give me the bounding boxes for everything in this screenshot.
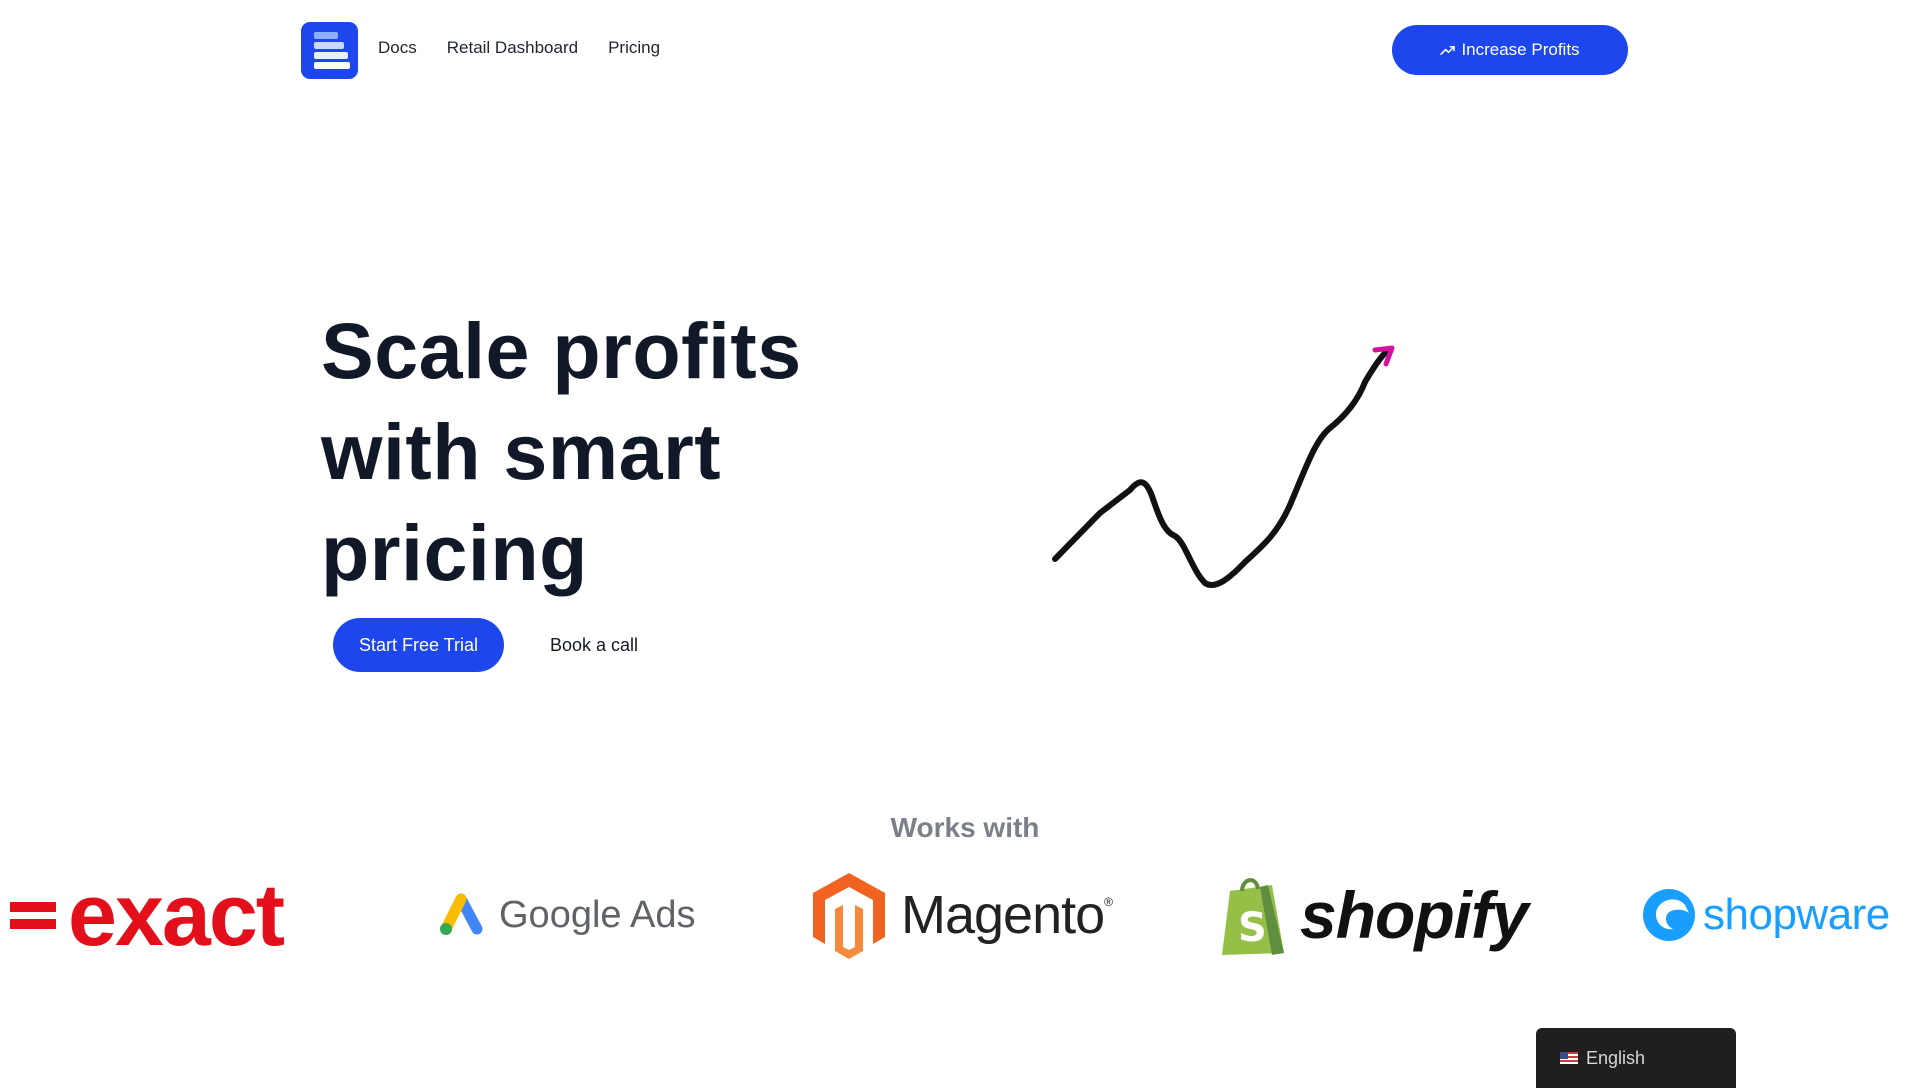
shopify-wordmark: shopify xyxy=(1300,878,1529,952)
shopware-wordmark: shopware xyxy=(1703,890,1890,939)
works-with-title: Works with xyxy=(890,812,1040,843)
exact-wordmark: exact xyxy=(68,865,285,964)
magento-registered-mark: ® xyxy=(1104,895,1113,909)
magento-logo: Magento ® xyxy=(811,860,1113,970)
shopware-logo: shopware xyxy=(1641,860,1890,970)
hero-title: Scale profits with smart pricing xyxy=(321,306,802,597)
magento-icon xyxy=(813,873,885,959)
increase-profits-label: Increase Profits xyxy=(1461,40,1580,59)
language-label: English xyxy=(1586,1047,1646,1068)
logo-bar xyxy=(314,32,338,39)
nav-docs[interactable]: Docs xyxy=(378,38,417,58)
nav-pricing[interactable]: Pricing xyxy=(608,38,660,58)
logo-bar xyxy=(314,52,348,59)
shopify-logo: S shopify xyxy=(1216,860,1529,970)
start-free-trial-button[interactable]: Start Free Trial xyxy=(333,618,504,672)
google-ads-logo: Google Ads xyxy=(437,860,695,970)
trending-up-icon xyxy=(1440,45,1456,55)
growth-chart-illustration xyxy=(1051,345,1395,679)
magento-wordmark: Magento xyxy=(901,885,1105,945)
shopware-icon xyxy=(1643,889,1695,941)
logo-bar xyxy=(314,42,344,49)
svg-text:S: S xyxy=(1238,905,1267,951)
increase-profits-button[interactable]: Increase Profits xyxy=(1392,25,1628,75)
logo-bar xyxy=(314,62,350,69)
exact-logo: exact xyxy=(10,860,285,970)
google-ads-wordmark: Google Ads xyxy=(499,893,696,936)
google-ads-icon xyxy=(440,893,483,935)
main-nav: Docs Retail Dashboard Pricing xyxy=(378,38,660,58)
book-a-call-button[interactable]: Book a call xyxy=(532,618,656,672)
nav-retail-dashboard[interactable]: Retail Dashboard xyxy=(447,38,578,58)
us-flag-icon xyxy=(1560,1052,1578,1064)
brand-logo[interactable] xyxy=(301,22,358,79)
language-switcher[interactable]: English xyxy=(1536,1028,1736,1088)
shopify-bag-icon: S xyxy=(1222,878,1284,955)
exact-mark-icon xyxy=(10,902,56,929)
